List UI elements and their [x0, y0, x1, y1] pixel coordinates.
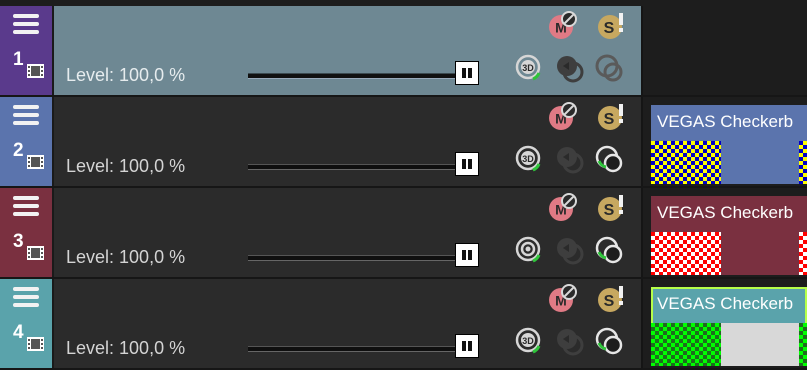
svg-text:3D: 3D — [522, 154, 534, 164]
3d-button[interactable]: 3D — [514, 143, 546, 175]
level-slider[interactable] — [248, 346, 458, 352]
video-track-icon — [27, 337, 44, 351]
solo-icon: S — [596, 283, 628, 315]
clip-thumbnail — [651, 141, 807, 184]
timeline-divider — [641, 279, 643, 368]
composite-mode-icon — [554, 234, 586, 266]
level-label: Level: 100,0 % — [66, 247, 186, 267]
solo-icon: S — [596, 192, 628, 224]
composite-mode-button[interactable] — [554, 143, 586, 175]
timeline-divider — [641, 6, 643, 95]
motion-blur-icon — [594, 234, 626, 266]
svg-text:S: S — [604, 20, 615, 37]
mute-icon: M — [546, 101, 578, 133]
svg-text:S: S — [604, 293, 615, 310]
track-menu-icon[interactable] — [13, 196, 39, 217]
3d-icon: 3D — [514, 52, 546, 84]
solo-button[interactable]: S — [596, 283, 628, 315]
track-number: 3 — [13, 231, 24, 252]
timeline-divider — [641, 97, 643, 186]
composite-mode-icon — [554, 52, 586, 84]
video-clip[interactable]: VEGAS Checkerb — [651, 196, 807, 275]
track-number: 2 — [13, 140, 24, 161]
motion-blur-button[interactable] — [594, 234, 626, 266]
solo-button[interactable]: S — [596, 10, 628, 42]
solo-button[interactable]: S — [596, 192, 628, 224]
3d-icon: 3D — [514, 143, 546, 175]
track-3[interactable]: 3 Level: 100,0 % M S VEGAS Checkerb — [0, 188, 807, 279]
motion-blur-button[interactable] — [594, 325, 626, 357]
3d-icon: 3D — [514, 325, 546, 357]
track-color-strip[interactable]: 4 — [0, 279, 52, 368]
clip-title: VEGAS Checkerb — [657, 203, 794, 222]
track-number: 4 — [13, 322, 24, 343]
video-track-icon — [27, 64, 44, 78]
level-slider-thumb[interactable] — [455, 152, 479, 176]
composite-icon — [514, 234, 546, 266]
track-menu-icon[interactable] — [13, 105, 39, 126]
video-clip[interactable]: VEGAS Checkerb — [651, 105, 807, 184]
video-clip[interactable]: VEGAS Checkerb — [651, 287, 807, 366]
level-slider-thumb[interactable] — [455, 334, 479, 358]
track-color-strip[interactable]: 1 — [0, 6, 52, 95]
track-menu-icon[interactable] — [13, 14, 39, 35]
mute-button[interactable]: M — [546, 283, 578, 315]
solo-icon: S — [596, 101, 628, 133]
mute-button[interactable]: M — [546, 101, 578, 133]
svg-text:S: S — [604, 111, 615, 128]
composite-mode-button[interactable] — [554, 234, 586, 266]
composite-button[interactable] — [514, 234, 546, 266]
clip-thumbnail — [651, 232, 807, 275]
svg-text:S: S — [604, 202, 615, 219]
level-slider[interactable] — [248, 255, 458, 261]
level-label: Level: 100,0 % — [66, 65, 186, 85]
track-1[interactable]: 1 Level: 100,0 % M S 3D — [0, 6, 807, 97]
level-slider[interactable] — [248, 164, 458, 170]
track-list: 1 Level: 100,0 % M S 3D 2 Level: 100,0 %… — [0, 0, 807, 370]
motion-blur-button[interactable] — [594, 143, 626, 175]
mute-icon: M — [546, 10, 578, 42]
mute-button[interactable]: M — [546, 10, 578, 42]
track-4[interactable]: 4 Level: 100,0 % M S 3D VEGAS Checkerb — [0, 279, 807, 370]
composite-mode-icon — [554, 143, 586, 175]
track-number: 1 — [13, 49, 24, 70]
strip-divider — [52, 6, 54, 95]
motion-blur-button[interactable] — [594, 52, 626, 84]
motion-blur-icon — [594, 325, 626, 357]
timeline-lane[interactable] — [641, 6, 807, 95]
track-menu-icon[interactable] — [13, 287, 39, 308]
motion-blur-icon — [594, 52, 626, 84]
level-label: Level: 100,0 % — [66, 156, 186, 176]
motion-blur-icon — [594, 143, 626, 175]
strip-divider — [52, 279, 54, 368]
svg-text:3D: 3D — [522, 336, 534, 346]
strip-divider — [52, 188, 54, 277]
video-track-icon — [27, 246, 44, 260]
strip-divider — [52, 97, 54, 186]
mute-button[interactable]: M — [546, 192, 578, 224]
video-track-icon — [27, 155, 44, 169]
mute-icon: M — [546, 192, 578, 224]
level-slider-thumb[interactable] — [455, 243, 479, 267]
mute-icon: M — [546, 283, 578, 315]
clip-title: VEGAS Checkerb — [657, 294, 794, 313]
3d-button[interactable]: 3D — [514, 52, 546, 84]
track-2[interactable]: 2 Level: 100,0 % M S 3D VEGAS Checkerb — [0, 97, 807, 188]
level-slider-thumb[interactable] — [455, 61, 479, 85]
track-color-strip[interactable]: 3 — [0, 188, 52, 277]
timeline-divider — [641, 188, 643, 277]
composite-mode-button[interactable] — [554, 52, 586, 84]
3d-button[interactable]: 3D — [514, 325, 546, 357]
solo-icon: S — [596, 10, 628, 42]
svg-text:3D: 3D — [522, 63, 534, 73]
level-slider[interactable] — [248, 73, 458, 79]
solo-button[interactable]: S — [596, 101, 628, 133]
track-color-strip[interactable]: 2 — [0, 97, 52, 186]
clip-title: VEGAS Checkerb — [657, 112, 794, 131]
level-label: Level: 100,0 % — [66, 338, 186, 358]
composite-mode-button[interactable] — [554, 325, 586, 357]
composite-mode-icon — [554, 325, 586, 357]
